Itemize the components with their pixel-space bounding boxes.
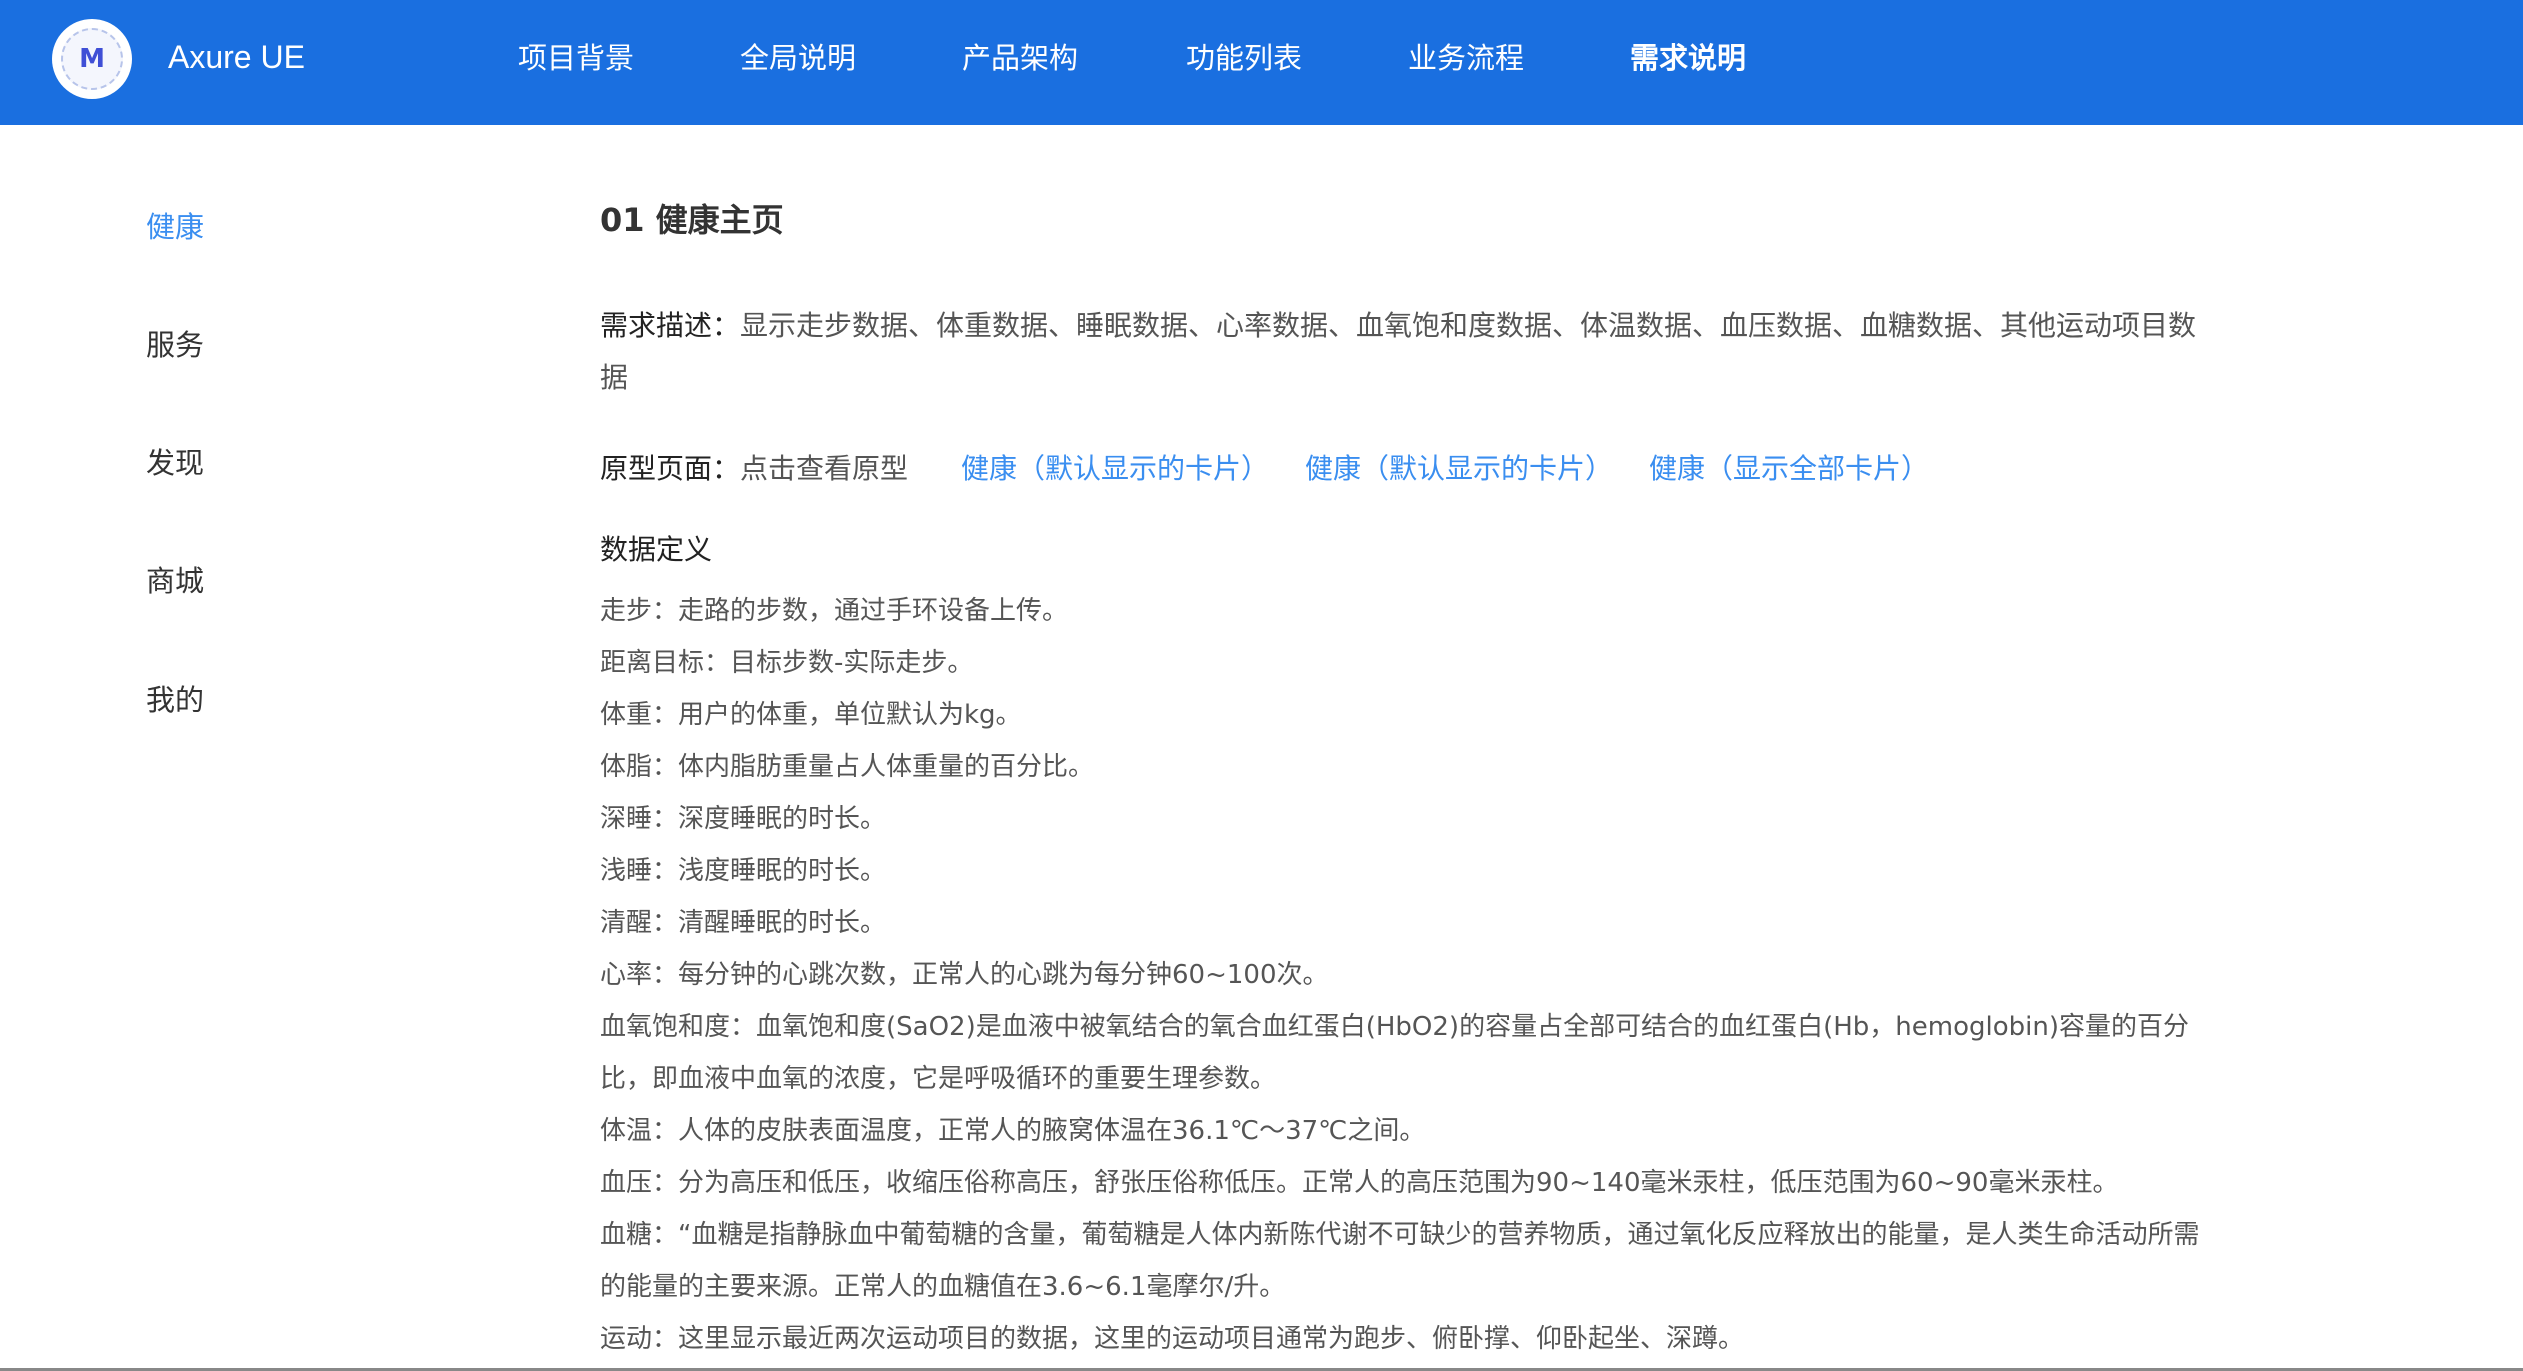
definition-deep-sleep: 深睡：深度睡眠的时长。 <box>600 804 887 834</box>
sidebar-item-mine[interactable]: 我的 <box>146 680 204 720</box>
definition-awake: 清醒：清醒睡眠的时长。 <box>600 908 887 938</box>
top-navigation-bar: M Axure UE 项目背景 全局说明 产品架构 功能列表 业务流程 需求说明 <box>0 0 2523 125</box>
definition-body-fat: 体脂：体内脂肪重量占人体重量的百分比。 <box>600 752 1095 782</box>
prototype-hint: 点击查看原型 <box>740 452 909 485</box>
sidebar-item-service[interactable]: 服务 <box>146 325 204 365</box>
nav-item-feature-list[interactable]: 功能列表 <box>1186 36 1302 80</box>
nav-item-requirements[interactable]: 需求说明 <box>1630 36 1746 80</box>
sidebar-item-discover[interactable]: 发现 <box>146 443 204 483</box>
nav-item-global-notes[interactable]: 全局说明 <box>740 36 856 80</box>
data-definition-title: 数据定义 <box>600 533 713 566</box>
nav-item-product-architecture[interactable]: 产品架构 <box>962 36 1078 80</box>
prototype-row: 原型页面：点击查看原型 <box>600 447 908 491</box>
definition-heart-rate: 心率：每分钟的心跳次数，正常人的心跳为每分钟60~100次。 <box>600 960 1329 990</box>
data-definition-list: 走步：走路的步数，通过手环设备上传。 距离目标：目标步数-实际走步。 体重：用户… <box>600 585 2200 1365</box>
prototype-link-all-cards[interactable]: 健康（显示全部卡片） <box>1649 447 1929 491</box>
definition-blood-oxygen: 血氧饱和度：血氧饱和度(SaO2)是血液中被氧结合的氧合血红蛋白(HbO2)的容… <box>600 1012 2189 1094</box>
definition-light-sleep: 浅睡：浅度睡眠的时长。 <box>600 856 887 886</box>
prototype-link-default-cards-1[interactable]: 健康（默认显示的卡片） <box>961 447 1269 491</box>
sidebar-item-health[interactable]: 健康 <box>146 207 204 247</box>
requirement-description: 需求描述：显示走步数据、体重数据、睡眠数据、心率数据、血氧饱和度数据、体温数据、… <box>600 300 2200 404</box>
definition-blood-pressure: 血压：分为高压和低压，收缩压俗称高压，舒张压俗称低压。正常人的高压范围为90~1… <box>600 1168 2119 1198</box>
definition-exercise: 运动：这里显示最近两次运动项目的数据，这里的运动项目通常为跑步、俯卧撑、仰卧起坐… <box>600 1324 1745 1354</box>
definition-blood-sugar: 血糖：“血糖是指静脉血中葡萄糖的含量，葡萄糖是人体内新陈代谢不可缺少的营养物质，… <box>600 1220 2200 1302</box>
definition-distance-goal: 距离目标：目标步数-实际走步。 <box>600 648 974 678</box>
nav-item-project-background[interactable]: 项目背景 <box>518 36 634 80</box>
definition-body-temperature: 体温：人体的皮肤表面温度，正常人的腋窝体温在36.1℃～37℃之间。 <box>600 1116 1426 1146</box>
main-nav: 项目背景 全局说明 产品架构 功能列表 业务流程 需求说明 <box>0 0 2523 125</box>
definition-weight: 体重：用户的体重，单位默认为kg。 <box>600 700 1022 730</box>
definition-steps: 走步：走路的步数，通过手环设备上传。 <box>600 596 1069 626</box>
requirement-description-label: 需求描述： <box>600 309 741 342</box>
page-title: 01 健康主页 <box>600 201 784 239</box>
prototype-label: 原型页面： <box>600 452 741 485</box>
sidebar-item-mall[interactable]: 商城 <box>146 561 204 601</box>
nav-item-business-flow[interactable]: 业务流程 <box>1408 36 1524 80</box>
prototype-link-default-cards-2[interactable]: 健康（默认显示的卡片） <box>1305 447 1613 491</box>
requirement-description-text: 显示走步数据、体重数据、睡眠数据、心率数据、血氧饱和度数据、体温数据、血压数据、… <box>600 309 2197 394</box>
